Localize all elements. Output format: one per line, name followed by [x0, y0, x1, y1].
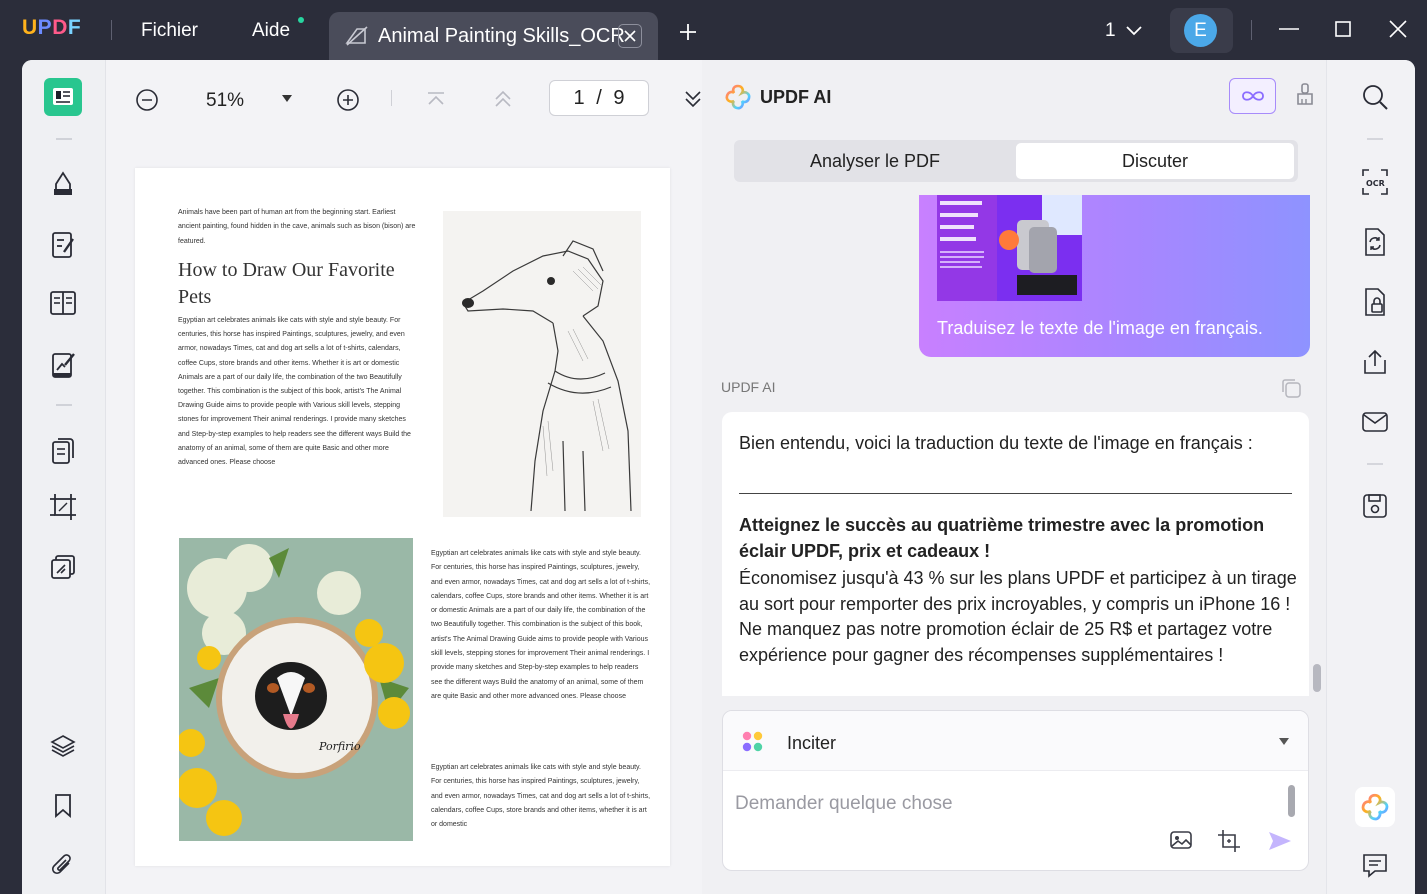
title-bar: UPDF Fichier Aide Animal Painting Skills…: [0, 0, 1427, 60]
page-intro-text: Animals have been part of human art from…: [178, 209, 416, 245]
divider: [739, 493, 1292, 494]
ai-header: UPDF AI: [702, 60, 1326, 128]
prompt-selector[interactable]: Inciter: [723, 711, 1308, 771]
save-icon[interactable]: [1360, 491, 1390, 521]
right-toolbar: OCR: [1326, 60, 1415, 894]
zoom-dropdown-icon[interactable]: [282, 95, 292, 102]
ask-input[interactable]: [735, 789, 1275, 819]
comments-icon[interactable]: [1360, 850, 1390, 880]
account-button[interactable]: E: [1170, 8, 1233, 53]
embroidery-photo: Porfirio: [179, 538, 413, 841]
divider: [391, 90, 392, 106]
zoom-level[interactable]: 51%: [206, 90, 244, 112]
view-toolbar: 51% 1 / 9: [106, 60, 702, 140]
document-tab-title: Animal Painting Skills_OCR: [378, 25, 625, 47]
reader-mode-icon[interactable]: [44, 78, 82, 116]
avatar: E: [1184, 14, 1217, 47]
svg-text:OCR: OCR: [1366, 179, 1385, 188]
copy-icon[interactable]: [1279, 376, 1303, 405]
updf-ai-logo-icon: [724, 83, 752, 116]
insert-image-icon[interactable]: [1169, 829, 1193, 856]
divider: [111, 20, 112, 40]
layers-icon[interactable]: [44, 727, 82, 765]
batch-tools-icon[interactable]: [44, 548, 82, 586]
previous-page-icon[interactable]: [493, 89, 513, 114]
chevron-down-icon[interactable]: [1126, 24, 1142, 42]
page-body-text: Egyptian art celebrates animals like cat…: [178, 317, 411, 467]
edit-pdf-icon[interactable]: [44, 226, 82, 264]
chat-composer: Inciter: [722, 710, 1309, 871]
divider: [56, 404, 72, 406]
protect-pdf-icon[interactable]: [1360, 287, 1390, 317]
first-page-icon[interactable]: [426, 90, 446, 113]
crop-pages-icon[interactable]: [44, 488, 82, 526]
document-viewer: 51% 1 / 9 Animals have been part of huma…: [106, 60, 702, 894]
bookmark-icon[interactable]: [44, 787, 82, 825]
dog-sketch-image: [443, 211, 641, 517]
page-heading: How to Draw Our Favorite Pets: [178, 259, 395, 308]
user-message-text: Traduisez le texte de l'image en françai…: [937, 318, 1263, 338]
send-icon[interactable]: [1267, 829, 1293, 858]
email-icon[interactable]: [1360, 407, 1390, 437]
notification-dot: [298, 17, 304, 23]
divider: [56, 138, 72, 140]
zoom-in-icon[interactable]: [336, 88, 360, 117]
share-icon[interactable]: [1360, 347, 1390, 377]
divider: [1251, 20, 1252, 40]
tab-chat[interactable]: Discuter: [1016, 143, 1294, 179]
ai-mode-switch: Analyser le PDF Discuter: [734, 140, 1298, 182]
input-scrollbar[interactable]: [1288, 785, 1295, 817]
clear-chat-brush-icon[interactable]: [1296, 82, 1314, 113]
ocr-document-icon: [345, 25, 369, 52]
attachment-icon[interactable]: [44, 847, 82, 885]
search-icon[interactable]: [1360, 82, 1390, 112]
organize-pages-icon[interactable]: [44, 284, 82, 322]
updf-ai-button[interactable]: [1355, 787, 1395, 827]
response-heading: Atteignez le succès au quatrième trimest…: [739, 515, 1265, 561]
document-tab[interactable]: Animal Painting Skills_OCR: [329, 12, 658, 60]
window-count[interactable]: 1: [1105, 20, 1116, 42]
convert-pdf-icon[interactable]: [44, 432, 82, 470]
main-window: 51% 1 / 9 Animals have been part of huma…: [22, 60, 1415, 894]
ai-panel-title: UPDF AI: [760, 87, 832, 107]
page-body-text: Egyptian art celebrates animals like cat…: [431, 550, 651, 700]
close-tab-icon[interactable]: [618, 24, 642, 48]
menu-fichier[interactable]: Fichier: [141, 20, 198, 42]
next-page-icon[interactable]: [684, 89, 702, 114]
comment-highlighter-icon[interactable]: [44, 164, 82, 202]
unlimited-plan-button[interactable]: [1229, 78, 1276, 114]
assistant-label: UPDF AI: [721, 379, 776, 395]
menu-aide[interactable]: Aide: [252, 20, 290, 42]
maximize-icon[interactable]: [1334, 18, 1352, 45]
divider: [1367, 463, 1383, 465]
response-intro: Bien entendu, voici la traduction du tex…: [739, 433, 1253, 453]
new-tab-icon[interactable]: [678, 22, 698, 47]
ai-assistant-panel: UPDF AI Analyser le PDF Discuter Traduis…: [702, 60, 1326, 894]
response-body: Économisez jusqu'à 43 % sur les plans UP…: [739, 568, 1297, 665]
prompt-dots-icon: [741, 730, 765, 759]
divider: [1367, 138, 1383, 140]
user-message-bubble: Traduisez le texte de l'image en françai…: [919, 195, 1310, 357]
page-body-text: Egyptian art celebrates animals like cat…: [431, 764, 651, 829]
embroidery-signature: Porfirio: [318, 740, 361, 753]
zoom-out-icon[interactable]: [135, 88, 159, 117]
chat-scrollbar[interactable]: [1313, 664, 1321, 692]
fill-sign-icon[interactable]: [44, 346, 82, 384]
left-toolbar: [22, 60, 106, 894]
ocr-icon[interactable]: OCR: [1360, 167, 1390, 197]
chevron-down-icon[interactable]: [1279, 738, 1289, 745]
pdf-page: Animals have been part of human art from…: [135, 168, 670, 866]
assistant-message: Bien entendu, voici la traduction du tex…: [722, 412, 1309, 696]
convert-icon[interactable]: [1360, 227, 1390, 257]
minimize-icon[interactable]: [1278, 18, 1300, 45]
prompt-label: Inciter: [787, 733, 837, 753]
attached-promo-image: [937, 195, 1082, 301]
page-number-input[interactable]: 1 / 9: [549, 80, 649, 116]
tab-analyze-pdf[interactable]: Analyser le PDF: [734, 140, 1016, 182]
screenshot-crop-icon[interactable]: [1217, 829, 1241, 858]
updf-logo[interactable]: UPDF: [22, 16, 81, 40]
close-window-icon[interactable]: [1387, 18, 1409, 45]
